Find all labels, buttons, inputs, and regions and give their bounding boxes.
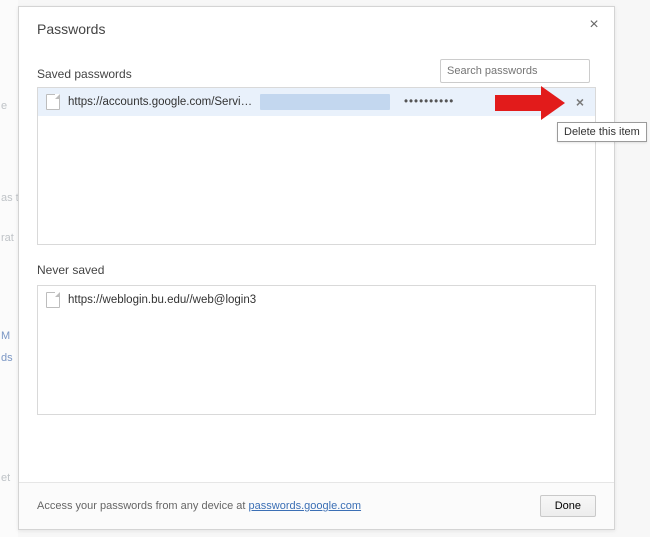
passwords-dialog: Passwords × Saved passwords https://acco… [18, 6, 615, 530]
delete-entry-button[interactable]: × [571, 93, 589, 111]
footer-text: Access your passwords from any device at… [37, 500, 361, 512]
page-icon [46, 94, 60, 110]
search-wrap [440, 59, 590, 83]
page-icon [46, 292, 60, 308]
saved-passwords-list: https://accounts.google.com/Servic… ••••… [37, 87, 596, 245]
site-url: https://accounts.google.com/Servic… [68, 96, 256, 108]
background-sidebar-sliver: e as t rat M ds et [0, 0, 18, 537]
done-button[interactable]: Done [540, 495, 596, 517]
delete-tooltip: Delete this item [557, 122, 647, 142]
dialog-footer: Access your passwords from any device at… [19, 482, 614, 529]
never-saved-row[interactable]: https://weblogin.bu.edu//web@login3 [38, 286, 595, 314]
username-masked [260, 94, 390, 110]
search-input[interactable] [440, 59, 590, 83]
site-url: https://weblogin.bu.edu//web@login3 [68, 294, 589, 306]
passwords-google-link[interactable]: passwords.google.com [249, 500, 362, 512]
dialog-title: Passwords [19, 7, 614, 45]
close-icon[interactable]: × [584, 15, 604, 35]
never-saved-label: Never saved [19, 263, 614, 277]
saved-password-row[interactable]: https://accounts.google.com/Servic… ••••… [38, 88, 595, 116]
password-masked: •••••••••• [404, 96, 504, 108]
never-saved-list: https://weblogin.bu.edu//web@login3 [37, 285, 596, 415]
